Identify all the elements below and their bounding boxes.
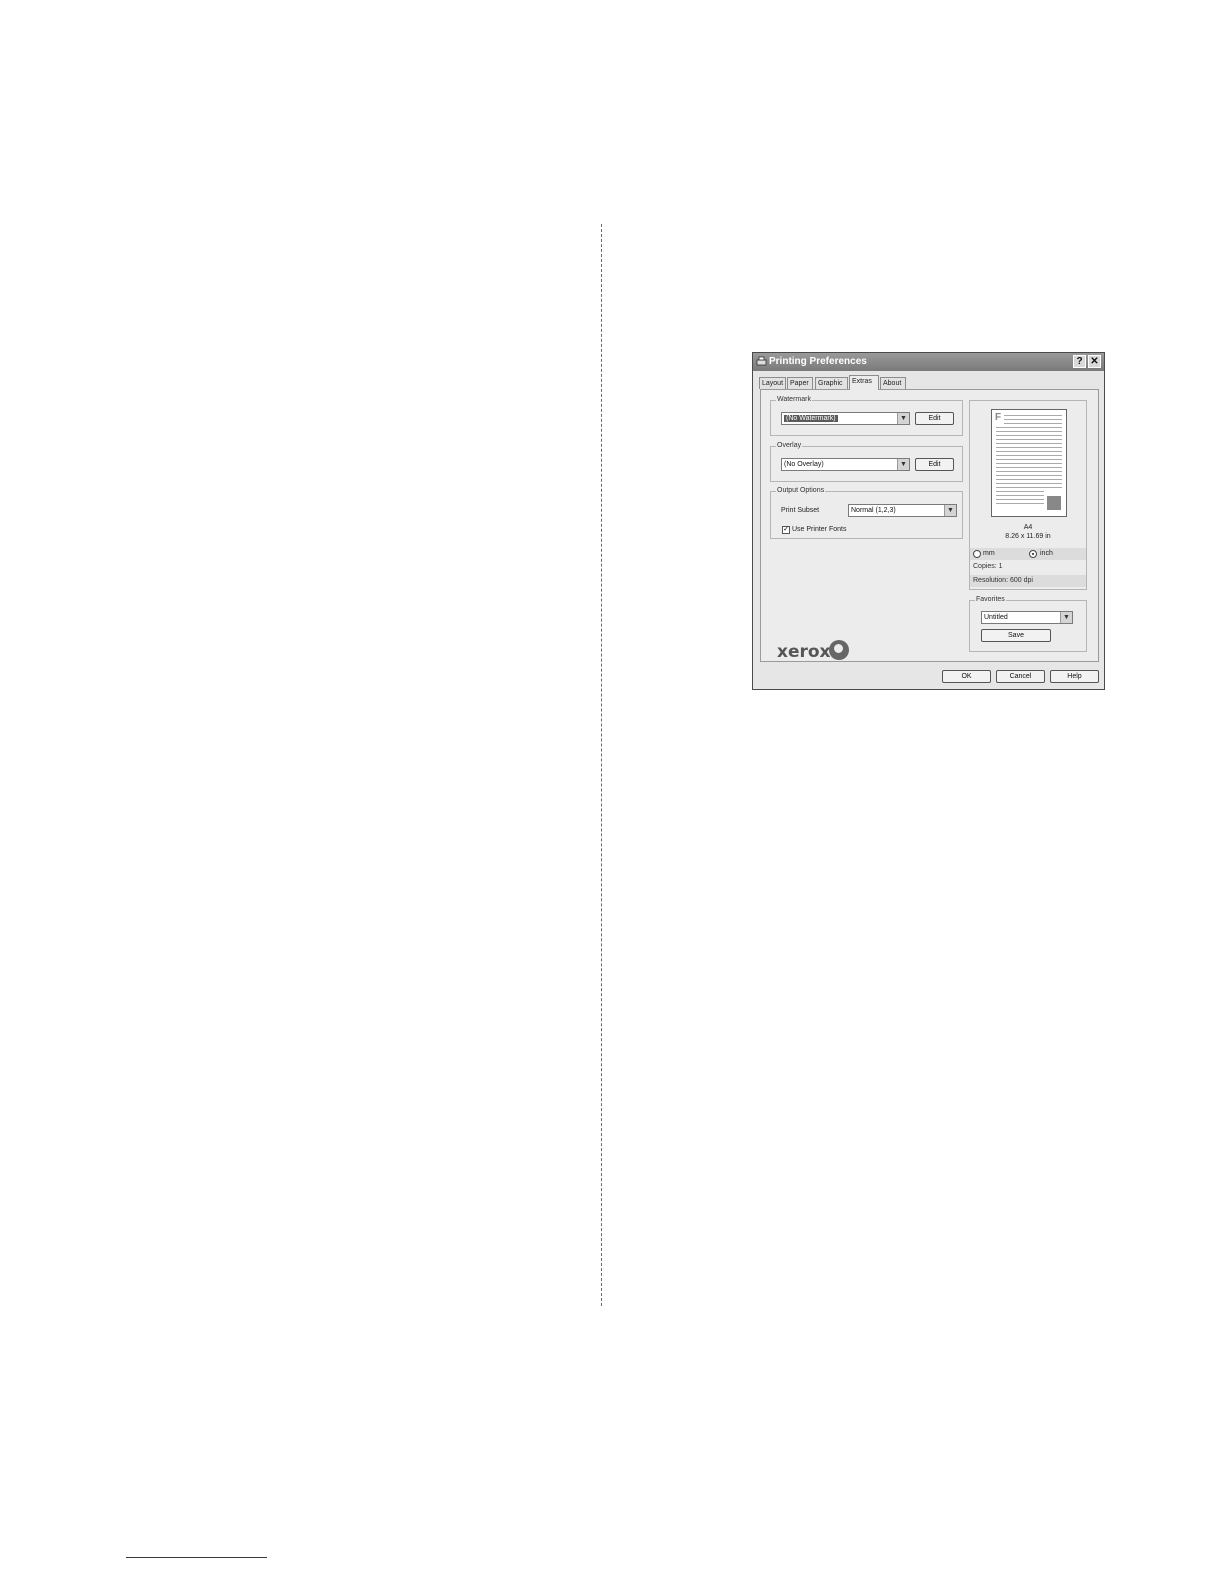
tab-extras[interactable]: Extras [849, 375, 879, 390]
favorites-group-label: Favorites [975, 595, 1006, 605]
extras-panel: Watermark (No Watermark) ▼ Edit Overlay … [760, 389, 1099, 662]
dialog-title: Printing Preferences [769, 356, 867, 367]
paper-line [996, 491, 1044, 492]
overlay-group: Overlay (No Overlay) ▼ Edit [770, 441, 963, 482]
help-title-button[interactable]: ? [1073, 355, 1086, 368]
paper-line [996, 447, 1062, 448]
paper-line [996, 475, 1062, 476]
paper-preview: F [991, 409, 1067, 517]
paper-image-block [1047, 496, 1061, 510]
overlay-select-value: (No Overlay) [784, 461, 824, 468]
footer-rule [126, 1557, 267, 1558]
unit-mm-radio[interactable] [973, 550, 981, 558]
printer-icon [756, 356, 767, 366]
favorites-select-value: Untitled [984, 614, 1008, 621]
ok-button[interactable]: OK [942, 670, 991, 683]
favorites-group: Favorites Untitled ▼ Save [969, 595, 1087, 652]
paper-line [996, 463, 1062, 464]
xerox-logo-icon [829, 640, 849, 660]
paper-line [996, 483, 1062, 484]
xerox-logo: xerox [777, 642, 831, 662]
paper-line [996, 499, 1044, 500]
paper-preview-box: F A4 8.26 x 11.69 in mm inch Copies: 1 R… [969, 400, 1087, 590]
paper-line [996, 471, 1062, 472]
tab-layout[interactable]: Layout [759, 377, 786, 389]
chevron-down-icon: ▼ [944, 505, 956, 516]
favorites-select[interactable]: Untitled ▼ [981, 611, 1073, 624]
use-printer-fonts-label: Use Printer Fonts [792, 526, 847, 533]
watermark-select[interactable]: (No Watermark) ▼ [781, 412, 910, 425]
chevron-down-icon: ▼ [897, 459, 909, 470]
column-divider [601, 224, 602, 1306]
paper-dimensions: 8.26 x 11.69 in [1005, 533, 1051, 540]
chevron-down-icon: ▼ [897, 413, 909, 424]
paper-line [1004, 423, 1062, 424]
help-button[interactable]: Help [1050, 670, 1099, 683]
title-bar[interactable]: Printing Preferences ? ✕ [753, 353, 1104, 371]
paper-line [996, 495, 1044, 496]
paper-line [996, 443, 1062, 444]
watermark-group: Watermark (No Watermark) ▼ Edit [770, 395, 963, 436]
tab-about[interactable]: About [880, 377, 906, 389]
use-printer-fonts-checkbox[interactable]: ✓ [782, 526, 790, 534]
resolution-info: Resolution: 600 dpi [970, 575, 1086, 587]
paper-line [996, 427, 1062, 428]
paper-line [996, 503, 1044, 504]
print-subset-select[interactable]: Normal (1,2,3) ▼ [848, 504, 957, 517]
watermark-edit-button[interactable]: Edit [915, 412, 954, 425]
paper-line [996, 435, 1062, 436]
unit-inch-radio[interactable] [1029, 550, 1037, 558]
overlay-group-label: Overlay [776, 441, 803, 451]
overlay-select[interactable]: (No Overlay) ▼ [781, 458, 910, 471]
favorites-save-button[interactable]: Save [981, 629, 1051, 642]
paper-line [1004, 419, 1062, 420]
paper-line [996, 487, 1062, 488]
tab-paper[interactable]: Paper [787, 377, 813, 389]
paper-line [996, 455, 1062, 456]
cancel-button[interactable]: Cancel [996, 670, 1045, 683]
unit-inch-label: inch [1040, 550, 1053, 557]
chevron-down-icon: ▼ [1060, 612, 1072, 623]
copies-info: Copies: 1 [973, 563, 1003, 570]
paper-line [996, 459, 1062, 460]
paper-line [996, 431, 1062, 432]
close-button[interactable]: ✕ [1088, 355, 1101, 368]
output-options-group: Output Options Print Subset Normal (1,2,… [770, 486, 963, 539]
printing-preferences-dialog: Printing Preferences ? ✕ Layout Paper Gr… [752, 352, 1105, 690]
watermark-select-value: (No Watermark) [784, 415, 838, 422]
unit-row: mm inch [970, 548, 1086, 560]
overlay-edit-button[interactable]: Edit [915, 458, 954, 471]
print-subset-value: Normal (1,2,3) [851, 507, 896, 514]
paper-line [1004, 415, 1062, 416]
paper-line [996, 439, 1062, 440]
paper-line [996, 479, 1062, 480]
paper-line [996, 451, 1062, 452]
output-options-group-label: Output Options [776, 486, 826, 496]
watermark-group-label: Watermark [776, 395, 812, 405]
tab-graphic[interactable]: Graphic [815, 377, 848, 389]
unit-mm-label: mm [983, 550, 995, 557]
print-subset-label: Print Subset [781, 507, 820, 514]
paper-line [996, 467, 1062, 468]
paper-letter: F [995, 412, 1002, 423]
